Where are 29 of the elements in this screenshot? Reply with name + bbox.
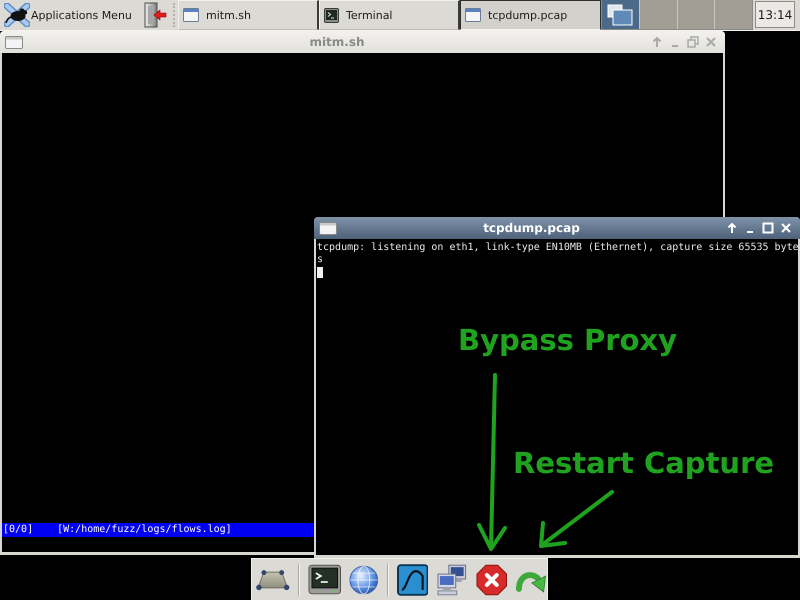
computers-icon[interactable] (436, 564, 468, 596)
terminal-line: tcpdump: listening on eth1, link-type EN10MB (Ethernet), capture size 65535 byte (317, 242, 799, 254)
window-title: mitm.sh (309, 35, 365, 49)
window-icon (465, 8, 481, 22)
fin-icon[interactable] (396, 564, 428, 596)
taskbar-button[interactable]: mitm.sh (178, 0, 319, 30)
maximize-icon[interactable] (762, 222, 774, 234)
status-text: [0/0] (3, 524, 34, 536)
stop-icon[interactable] (476, 564, 508, 596)
workspace-button[interactable] (602, 0, 640, 29)
taskbar-button[interactable]: tcpdump.pcap (460, 0, 601, 30)
status-text: [W:/home/fuzz/logs/flows.log] (57, 524, 232, 536)
annotation-label: Bypass Proxy (458, 326, 678, 355)
applications-menu-button[interactable]: Applications Menu (0, 0, 140, 30)
window-icon (319, 222, 337, 234)
annotation-label: Restart Capture (513, 449, 774, 478)
terminal-icon (324, 8, 339, 22)
terminal-line: s (317, 254, 324, 266)
terminal-icon[interactable] (308, 564, 342, 596)
window-thumbnail-icon (607, 4, 634, 26)
globe-icon[interactable] (349, 564, 379, 594)
door-exit-icon[interactable] (143, 2, 167, 28)
mouse-logo-icon (4, 3, 30, 27)
trapezoid-icon[interactable] (256, 568, 290, 590)
window-icon (5, 36, 23, 48)
window-title: tcpdump.pcap (483, 221, 580, 235)
taskbar-button[interactable]: Terminal (319, 0, 460, 30)
window-icon (183, 8, 199, 22)
clock: 13:14 (755, 1, 795, 28)
